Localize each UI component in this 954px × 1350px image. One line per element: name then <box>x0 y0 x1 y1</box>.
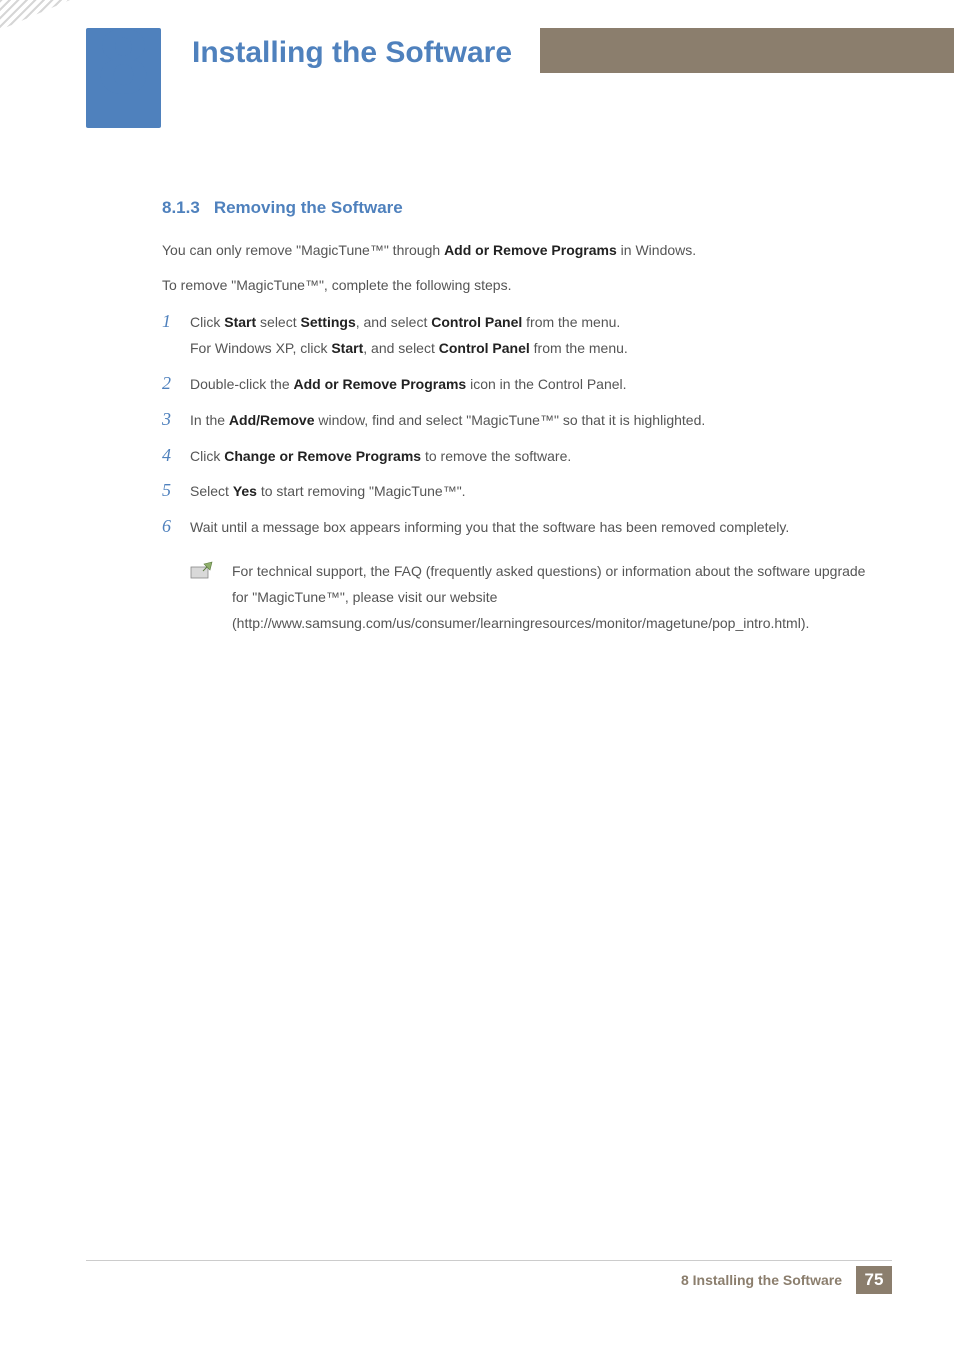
step-body: Click Start select Settings, and select … <box>190 310 628 362</box>
step-item: 2Double-click the Add or Remove Programs… <box>162 372 882 398</box>
chapter-title: Installing the Software <box>192 36 532 70</box>
step-item: 5Select Yes to start removing "MagicTune… <box>162 479 882 505</box>
step-body: Select Yes to start removing "MagicTune™… <box>190 479 466 505</box>
step-body: In the Add/Remove window, find and selec… <box>190 408 705 434</box>
page-footer: 8 Installing the Software 75 <box>86 1266 892 1294</box>
bold-text: Add or Remove Programs <box>444 242 617 258</box>
footer-page-number: 75 <box>856 1266 892 1294</box>
text: You can only remove "MagicTune™" through <box>162 242 444 258</box>
steps-list: 1Click Start select Settings, and select… <box>162 310 882 541</box>
step-number: 1 <box>162 310 190 333</box>
page-content: 8.1.3 Removing the Software You can only … <box>162 198 882 637</box>
step-number: 5 <box>162 479 190 502</box>
step-number: 6 <box>162 515 190 538</box>
text: in Windows. <box>617 242 696 258</box>
intro-paragraph-1: You can only remove "MagicTune™" through… <box>162 240 882 261</box>
note-text: For technical support, the FAQ (frequent… <box>232 559 882 637</box>
step-body: Wait until a message box appears informi… <box>190 515 789 541</box>
step-item: 6Wait until a message box appears inform… <box>162 515 882 541</box>
step-item: 3In the Add/Remove window, find and sele… <box>162 408 882 434</box>
step-item: 1Click Start select Settings, and select… <box>162 310 882 362</box>
footer-chapter-label: 8 Installing the Software <box>681 1272 842 1288</box>
note: For technical support, the FAQ (frequent… <box>190 559 882 637</box>
note-icon <box>190 561 214 579</box>
intro-paragraph-2: To remove "MagicTune™", complete the fol… <box>162 275 882 296</box>
section-title: Removing the Software <box>214 198 403 217</box>
footer-rule <box>86 1260 892 1261</box>
step-number: 4 <box>162 444 190 467</box>
corner-hatch-decoration <box>0 0 70 30</box>
step-number: 3 <box>162 408 190 431</box>
chapter-number: 8 <box>98 11 149 113</box>
step-item: 4Click Change or Remove Programs to remo… <box>162 444 882 470</box>
step-body: Click Change or Remove Programs to remov… <box>190 444 571 470</box>
step-body: Double-click the Add or Remove Programs … <box>190 372 627 398</box>
section-heading: 8.1.3 Removing the Software <box>162 198 882 218</box>
section-number: 8.1.3 <box>162 198 200 217</box>
chapter-number-container: 8 <box>86 14 161 114</box>
step-number: 2 <box>162 372 190 395</box>
